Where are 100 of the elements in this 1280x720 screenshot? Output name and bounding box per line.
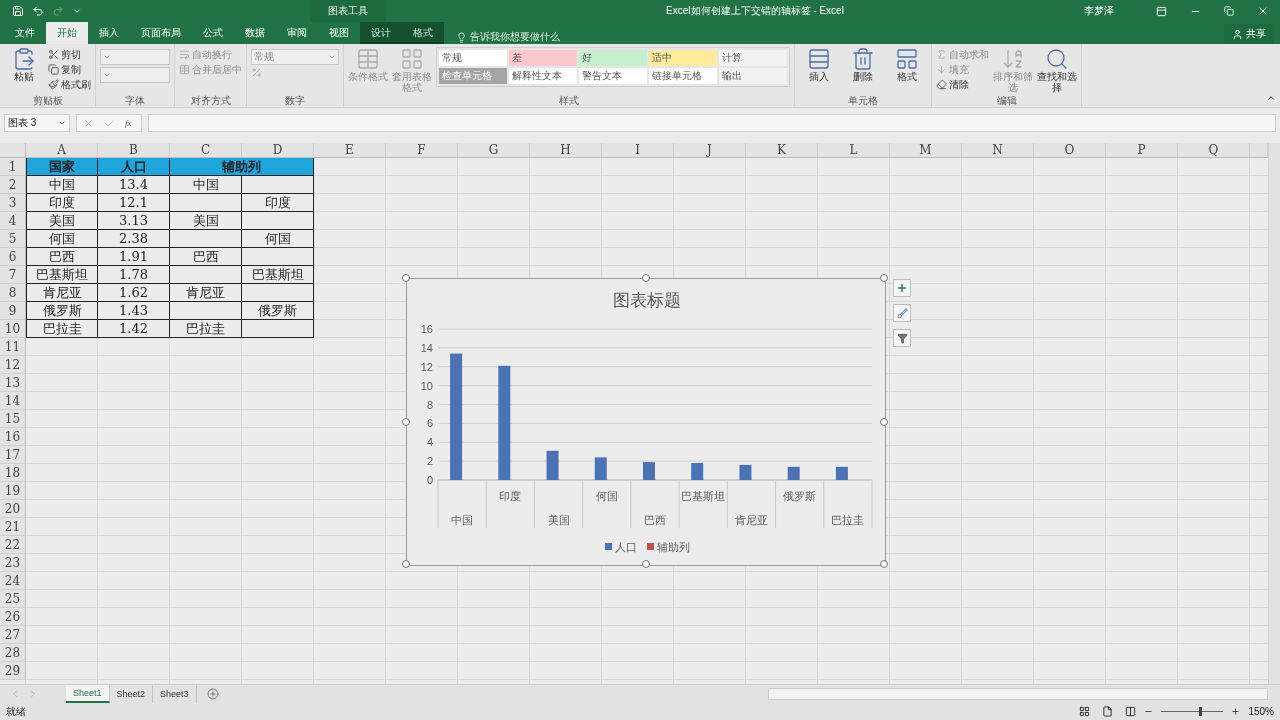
- row-header[interactable]: 18: [0, 464, 26, 482]
- ribbon-tab[interactable]: 视图: [318, 22, 360, 44]
- row-header[interactable]: 7: [0, 266, 26, 284]
- resize-handle[interactable]: [402, 418, 410, 426]
- row-header[interactable]: 14: [0, 392, 26, 410]
- table-cell: 2.38: [98, 230, 170, 248]
- ribbon-tab[interactable]: 插入: [88, 22, 130, 44]
- column-header[interactable]: C: [170, 143, 242, 158]
- chart-style-button[interactable]: [893, 304, 911, 322]
- resize-handle[interactable]: [880, 418, 888, 426]
- column-header[interactable]: J: [674, 143, 746, 158]
- table-cell: 巴西: [170, 248, 242, 266]
- header-cell: 辅助列: [170, 158, 314, 176]
- row-header[interactable]: 5: [0, 230, 26, 248]
- resize-handle[interactable]: [402, 560, 410, 568]
- row-header[interactable]: 17: [0, 446, 26, 464]
- row-header[interactable]: 23: [0, 554, 26, 572]
- row-header[interactable]: 16: [0, 428, 26, 446]
- column-header[interactable]: H: [530, 143, 602, 158]
- row-header[interactable]: 11: [0, 338, 26, 356]
- column-header[interactable]: K: [746, 143, 818, 158]
- ribbon-tab[interactable]: 页面布局: [130, 22, 192, 44]
- ribbon-tab[interactable]: 格式: [402, 22, 444, 44]
- row-header[interactable]: 13: [0, 374, 26, 392]
- column-header[interactable]: E: [314, 143, 386, 158]
- row-header[interactable]: 24: [0, 572, 26, 590]
- ribbon-button[interactable]: 查找和选择: [1037, 47, 1077, 93]
- column-header[interactable]: D: [242, 143, 314, 158]
- row-header[interactable]: 8: [0, 284, 26, 302]
- percent-icon: [251, 67, 262, 78]
- row-header[interactable]: 22: [0, 536, 26, 554]
- zoom-thumb[interactable]: [1198, 707, 1202, 716]
- table-cell: 何国: [26, 230, 98, 248]
- group-label: 编辑: [995, 94, 1018, 107]
- row-header[interactable]: 10: [0, 320, 26, 338]
- ribbon-button[interactable]: 插入: [799, 47, 839, 82]
- sheet-tab[interactable]: Sheet1: [66, 685, 110, 703]
- normal-view-icon: [1079, 706, 1091, 717]
- row-header[interactable]: 26: [0, 608, 26, 626]
- row-header[interactable]: 15: [0, 410, 26, 428]
- row-header[interactable]: 4: [0, 212, 26, 230]
- legend-label: 人口: [615, 541, 637, 553]
- column-header[interactable]: M: [890, 143, 962, 158]
- column-header[interactable]: A: [26, 143, 98, 158]
- axis-label: 12: [420, 360, 433, 373]
- column-header[interactable]: I: [602, 143, 674, 158]
- ribbon-tab[interactable]: 审阅: [276, 22, 318, 44]
- chart-filter-button[interactable]: [893, 329, 911, 347]
- table-cell: 印度: [26, 194, 98, 212]
- row-header[interactable]: 19: [0, 482, 26, 500]
- ribbon-button[interactable]: 剪切: [48, 47, 91, 62]
- table-cell: 13.4: [98, 176, 170, 194]
- resize-handle[interactable]: [880, 560, 888, 568]
- horizontal-scrollbar[interactable]: [768, 688, 1268, 700]
- resize-handle[interactable]: [642, 274, 650, 282]
- ribbon-button[interactable]: 清除: [936, 77, 989, 92]
- name-box[interactable]: 图表 3: [4, 114, 70, 132]
- ribbon-button[interactable]: 复制: [48, 62, 91, 77]
- resize-handle[interactable]: [880, 274, 888, 282]
- column-header[interactable]: Q: [1178, 143, 1250, 158]
- resize-handle[interactable]: [402, 274, 410, 282]
- row-header[interactable]: 9: [0, 302, 26, 320]
- ribbon-button[interactable]: 格式刷: [48, 77, 91, 92]
- column-header[interactable]: F: [386, 143, 458, 158]
- row-header[interactable]: 25: [0, 590, 26, 608]
- row-header[interactable]: 29: [0, 662, 26, 680]
- wrap-text-icon: [179, 49, 190, 60]
- column-header[interactable]: B: [98, 143, 170, 158]
- ribbon-button[interactable]: 格式: [887, 47, 927, 82]
- column-header[interactable]: L: [818, 143, 890, 158]
- row-header[interactable]: 3: [0, 194, 26, 212]
- ribbon-tab[interactable]: 数据: [234, 22, 276, 44]
- formula-input[interactable]: [148, 114, 1276, 132]
- row-header[interactable]: 28: [0, 644, 26, 662]
- row-header[interactable]: 1: [0, 158, 26, 176]
- ribbon-tab[interactable]: 公式: [192, 22, 234, 44]
- add-element-button[interactable]: [893, 279, 911, 297]
- column-header[interactable]: N: [962, 143, 1034, 158]
- ribbon-button[interactable]: 删除: [843, 47, 883, 82]
- column-header[interactable]: O: [1034, 143, 1106, 158]
- table-cell: 美国: [170, 212, 242, 230]
- table-cell: 1.43: [98, 302, 170, 320]
- resize-handle[interactable]: [642, 560, 650, 568]
- row-header[interactable]: 27: [0, 626, 26, 644]
- ribbon-tab[interactable]: 设计: [360, 22, 402, 44]
- row-header[interactable]: 20: [0, 500, 26, 518]
- tell-me-search[interactable]: 告诉我你想要做什么: [456, 30, 560, 44]
- row-header[interactable]: 6: [0, 248, 26, 266]
- row-header[interactable]: 2: [0, 176, 26, 194]
- ribbon-button[interactable]: 粘贴: [4, 47, 44, 82]
- row-header[interactable]: 21: [0, 518, 26, 536]
- column-header[interactable]: G: [458, 143, 530, 158]
- column-header[interactable]: P: [1106, 143, 1178, 158]
- row-header[interactable]: 12: [0, 356, 26, 374]
- insert-function-button[interactable]: fx: [125, 118, 132, 128]
- ribbon-tab[interactable]: 文件: [4, 22, 46, 44]
- table-cell: [242, 176, 314, 194]
- vertical-scrollbar[interactable]: [1268, 143, 1280, 684]
- share-button[interactable]: 共享: [1224, 24, 1274, 44]
- ribbon-tab[interactable]: 开始: [46, 22, 88, 44]
